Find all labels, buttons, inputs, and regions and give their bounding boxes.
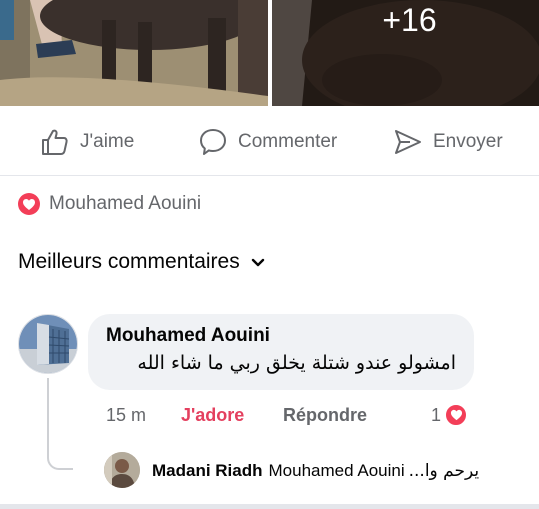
- avatar[interactable]: [18, 314, 78, 374]
- comment-timestamp[interactable]: 15 m: [106, 402, 146, 428]
- reaction-count-value: 1: [431, 404, 442, 425]
- comment-reaction-button[interactable]: J'adore: [181, 402, 244, 428]
- reply-thread-connector: [47, 378, 73, 470]
- section-divider: [0, 504, 539, 509]
- reply-author[interactable]: Madani Riadh: [152, 461, 263, 481]
- like-label: J'aime: [80, 131, 135, 152]
- comment-reaction-count[interactable]: 1: [431, 402, 469, 428]
- comment-button[interactable]: Commenter: [198, 126, 337, 158]
- person-avatar-image: [104, 452, 140, 488]
- post-photo-sheep[interactable]: [0, 0, 268, 106]
- reply-preview-row[interactable]: Madani Riadh Mouhamed Aouini يرحم وا...: [152, 456, 532, 486]
- reply-mention[interactable]: Mouhamed Aouini: [269, 461, 405, 481]
- more-photos-count: +16: [382, 2, 437, 38]
- comment-label: Commenter: [238, 131, 338, 152]
- post-action-bar: J'aime Commenter Envoyer: [0, 106, 539, 176]
- comments-filter-label: Meilleurs commentaires: [18, 250, 240, 273]
- chevron-down-icon: [251, 258, 264, 267]
- thumbs-up-icon: [42, 129, 68, 155]
- love-reaction-icon: [18, 193, 40, 215]
- reply-button[interactable]: Répondre: [283, 402, 367, 428]
- love-reaction-icon: [444, 403, 469, 427]
- send-label: Envoyer: [433, 131, 503, 152]
- sheep-photo-illustration: [0, 0, 268, 106]
- reply-avatar[interactable]: [104, 452, 140, 488]
- like-button[interactable]: J'aime: [40, 126, 134, 158]
- speech-bubble-icon: [200, 129, 226, 155]
- building-avatar-image: [19, 315, 77, 373]
- comments-filter-dropdown[interactable]: Meilleurs commentaires: [18, 250, 266, 274]
- reply-preview-text: يرحم وا...: [408, 461, 480, 481]
- comment-bubble[interactable]: Mouhamed Aouini امشولو عندو شتلة يخلق رب…: [88, 314, 474, 390]
- reactions-summary[interactable]: Mouhamed Aouini: [18, 193, 201, 215]
- send-arrow-icon: [395, 130, 421, 154]
- comment-text: امشولو عندو شتلة يخلق ربي ما شاء الله: [137, 352, 456, 374]
- post-photo-grid: +16: [0, 0, 539, 106]
- send-button[interactable]: Envoyer: [393, 126, 503, 158]
- post-photo-more[interactable]: +16: [272, 0, 539, 106]
- comment-author[interactable]: Mouhamed Aouini: [106, 324, 456, 348]
- reaction-names: Mouhamed Aouini: [49, 193, 202, 214]
